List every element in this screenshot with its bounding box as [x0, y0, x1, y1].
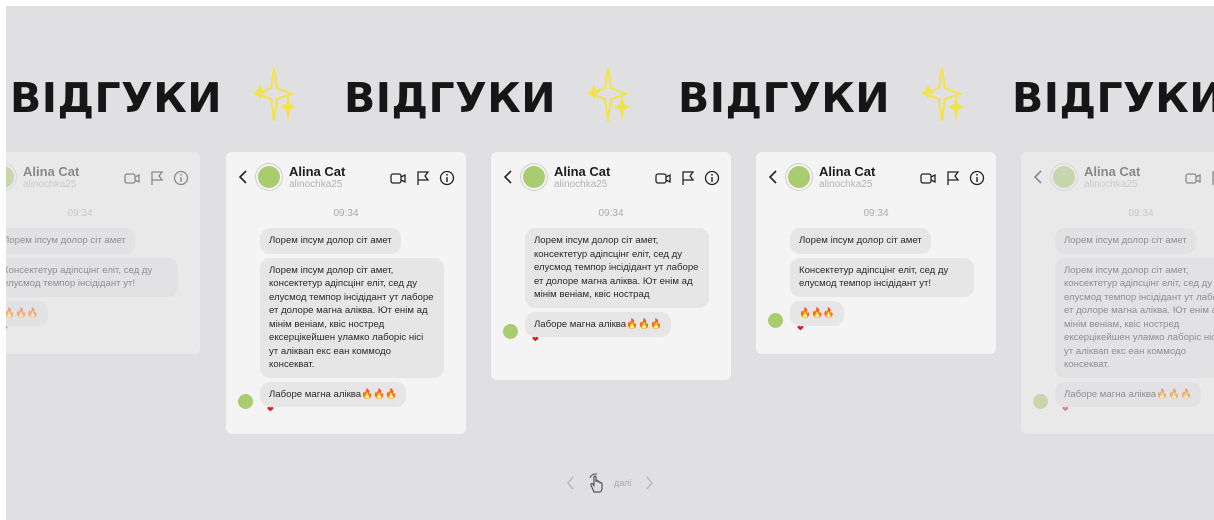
avatar — [768, 312, 783, 328]
message-bubble: Лорем іпсум долор сіт амет — [6, 228, 135, 254]
review-card[interactable]: Alina Cat alinochka25 09:34 Лорем іпсум … — [226, 152, 466, 434]
contact-name: Alina Cat — [554, 164, 611, 179]
video-call-icon[interactable] — [1185, 170, 1201, 186]
contact-name: Alina Cat — [289, 164, 346, 179]
chat-header: Alina Cat alinochka25 — [6, 152, 200, 204]
message-time: 09:34 — [1128, 208, 1154, 219]
reviews-section: ВІДГУКИ ВІДГУКИ ВІДГУКИ ВІДГУКИ Alina Ca… — [6, 6, 1214, 520]
message-bubble: Лаборе магна аліква🔥🔥🔥 — [260, 381, 406, 407]
contact-handle: alinochka25 — [23, 179, 77, 190]
back-arrow-icon[interactable] — [236, 169, 250, 185]
back-arrow-icon[interactable] — [1031, 169, 1045, 185]
heading-word: ВІДГУКИ — [10, 74, 223, 122]
back-arrow-icon[interactable] — [501, 169, 515, 185]
message-bubble: Лорем іпсум долор сіт амет — [790, 228, 931, 254]
video-call-icon[interactable] — [920, 170, 936, 186]
message-bubble: Лорем іпсум долор сіт амет, консектетур … — [260, 257, 444, 378]
contact-name: Alina Cat — [819, 164, 876, 179]
message-time: 09:34 — [863, 208, 889, 219]
info-icon[interactable] — [173, 170, 189, 186]
contact-name: Alina Cat — [23, 164, 80, 179]
back-arrow-icon[interactable] — [766, 169, 780, 185]
message-bubble: Лорем іпсум долор сіт амет, консектетур … — [1055, 257, 1214, 378]
sparkle-icon — [587, 67, 630, 122]
avatar — [523, 166, 545, 188]
contact-name: Alina Cat — [1084, 164, 1141, 179]
heart-reaction-icon: ❤ — [532, 335, 539, 344]
next-arrow-icon[interactable] — [644, 476, 654, 490]
heading-word: ВІДГУКИ — [678, 74, 891, 122]
contact-handle: alinochka25 — [289, 179, 343, 190]
message-bubble: 🔥🔥🔥 — [6, 300, 48, 326]
flag-icon[interactable] — [680, 170, 696, 186]
heart-reaction-icon: ❤ — [1062, 405, 1069, 414]
video-call-icon[interactable] — [390, 170, 406, 186]
message-bubble: 🔥🔥🔥 — [790, 300, 844, 326]
video-call-icon[interactable] — [124, 170, 140, 186]
contact-handle: alinochka25 — [819, 179, 873, 190]
message-bubble: Лаборе магна аліква🔥🔥🔥 — [525, 311, 671, 337]
info-icon[interactable] — [969, 170, 985, 186]
avatar — [503, 323, 518, 339]
review-card[interactable]: Alina Cat alinochka25 09:34 Лорем іпсум … — [6, 152, 200, 354]
avatar — [258, 166, 280, 188]
sparkle-icon — [921, 67, 964, 122]
swipe-hand-icon — [589, 473, 603, 493]
flag-icon[interactable] — [1210, 170, 1214, 186]
review-card[interactable]: Alina Cat alinochka25 09:34 Лорем іпсум … — [491, 152, 731, 380]
heart-reaction-icon: ❤ — [797, 324, 804, 333]
heart-reaction-icon: ❤ — [267, 405, 274, 414]
info-icon[interactable] — [439, 170, 455, 186]
message-time: 09:34 — [67, 208, 93, 219]
video-call-icon[interactable] — [655, 170, 671, 186]
chat-header: Alina Cat alinochka25 — [226, 152, 466, 204]
message-bubble: Лорем іпсум долор сіт амет — [1055, 228, 1196, 254]
message-bubble: Лаборе магна аліква🔥🔥🔥 — [1055, 381, 1201, 407]
message-bubble: Консектетур адіпсцінг еліт, сед ду елусм… — [790, 257, 974, 297]
chat-header: Alina Cat alinochka25 — [756, 152, 996, 204]
previous-arrow-icon[interactable] — [566, 476, 576, 490]
contact-handle: alinochka25 — [554, 179, 608, 190]
message-bubble: Консектетур адіпсцінг еліт, сед ду елусм… — [6, 257, 178, 297]
message-bubble: Лорем іпсум долор сіт амет — [260, 228, 401, 254]
chat-header: Alina Cat alinochka25 — [1021, 152, 1214, 204]
contact-handle: alinochka25 — [1084, 179, 1138, 190]
review-card[interactable]: Alina Cat alinochka25 09:34 Лорем іпсум … — [1021, 152, 1214, 434]
message-bubble: Лорем іпсум долор сіт амет, консектетур … — [525, 228, 709, 308]
heading-word: ВІДГУКИ — [1012, 74, 1214, 122]
avatar — [1053, 166, 1075, 188]
avatar — [1033, 393, 1048, 409]
sparkle-icon — [253, 67, 296, 122]
flag-icon[interactable] — [945, 170, 961, 186]
flag-icon[interactable] — [415, 170, 431, 186]
carousel-pager: далі — [566, 472, 666, 496]
heart-reaction-icon: ❤ — [6, 324, 190, 338]
heading-word: ВІДГУКИ — [344, 74, 557, 122]
avatar — [788, 166, 810, 188]
message-time: 09:34 — [598, 208, 624, 219]
flag-icon[interactable] — [149, 170, 165, 186]
next-label[interactable]: далі — [614, 478, 632, 488]
avatar — [6, 166, 14, 188]
reviews-marquee: ВІДГУКИ ВІДГУКИ ВІДГУКИ ВІДГУКИ — [6, 66, 1214, 130]
review-card[interactable]: Alina Cat alinochka25 09:34 Лорем іпсум … — [756, 152, 996, 354]
chat-header: Alina Cat alinochka25 — [491, 152, 731, 204]
avatar — [238, 393, 253, 409]
message-time: 09:34 — [333, 208, 359, 219]
info-icon[interactable] — [704, 170, 720, 186]
